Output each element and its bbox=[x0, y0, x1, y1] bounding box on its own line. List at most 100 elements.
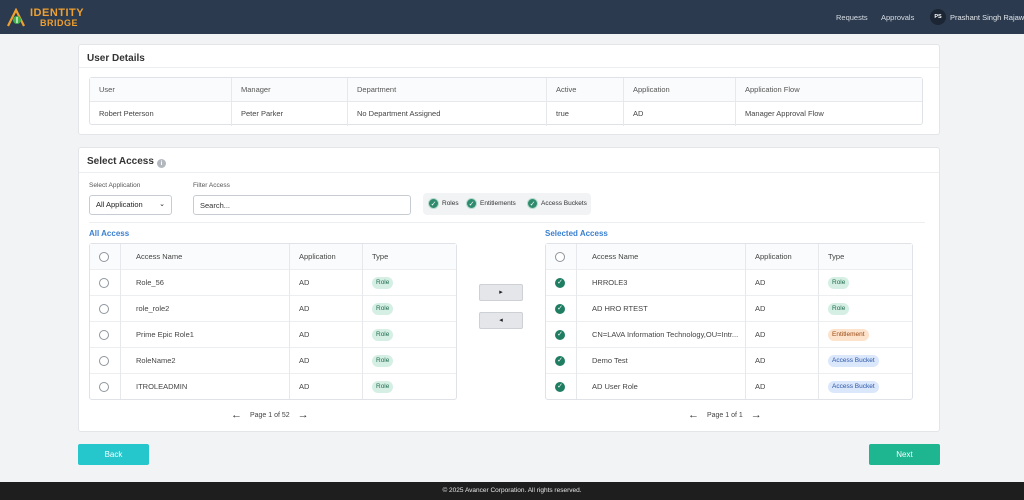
access-name: AD User Role bbox=[592, 382, 638, 391]
access-name: HRROLE3 bbox=[592, 278, 628, 287]
chevron-down-icon: ⌄ bbox=[159, 201, 165, 208]
table-row[interactable]: ITROLEADMIN AD Role bbox=[90, 374, 456, 400]
column-divider bbox=[576, 244, 577, 399]
divider bbox=[79, 67, 939, 68]
select-access-card: Select Access i Select Application All A… bbox=[78, 147, 940, 432]
table-row[interactable]: ✓ HRROLE3 AD Role bbox=[546, 270, 912, 296]
table-row[interactable]: ✓ CN=LAVA Information Technology,OU=Intr… bbox=[546, 322, 912, 348]
application: AD bbox=[299, 278, 310, 287]
check-circle-icon[interactable]: ✓ bbox=[555, 382, 565, 392]
application: AD bbox=[299, 304, 310, 313]
all-access-pagination: ← Page 1 of 52 → bbox=[231, 409, 309, 421]
avatar[interactable]: PS bbox=[930, 9, 946, 25]
access-name: Role_56 bbox=[136, 278, 164, 287]
top-navigation-bar: IDENTITY BRIDGE Requests Approvals PS Pr… bbox=[0, 0, 1024, 34]
filter-roles-toggle[interactable]: ✓ Roles bbox=[428, 198, 459, 210]
application: AD bbox=[755, 382, 766, 391]
column-divider bbox=[818, 244, 819, 399]
user-name[interactable]: Prashant Singh Rajawat bbox=[950, 13, 1024, 22]
table-header-row: User Manager Department Active Applicati… bbox=[90, 78, 922, 102]
row-select-radio[interactable] bbox=[99, 278, 109, 288]
nav-approvals-link[interactable]: Approvals bbox=[881, 13, 914, 22]
table-row: Robert Peterson Peter Parker No Departme… bbox=[90, 102, 922, 126]
all-access-table: Access Name Application Type Role_56 AD … bbox=[89, 243, 457, 400]
row-select-radio[interactable] bbox=[99, 356, 109, 366]
access-type-filter-group: ✓ Roles ✓ Entitlements ✓ Access Buckets bbox=[423, 193, 591, 215]
application-select-value: All Application bbox=[96, 200, 143, 209]
row-select-radio[interactable] bbox=[99, 382, 109, 392]
table-row[interactable]: ✓ AD User Role AD Access Bucket bbox=[546, 374, 912, 400]
column-header-application: Application bbox=[755, 252, 792, 261]
table-row[interactable]: ✓ AD HRO RTEST AD Role bbox=[546, 296, 912, 322]
check-circle-icon[interactable]: ✓ bbox=[555, 356, 565, 366]
access-name: CN=LAVA Information Technology,OU=Intr..… bbox=[592, 330, 739, 339]
cell-department: No Department Assigned bbox=[348, 102, 547, 126]
table-row[interactable]: Prime Epic Role1 AD Role bbox=[90, 322, 456, 348]
selected-access-table: Access Name Application Type ✓ HRROLE3 A… bbox=[545, 243, 913, 400]
access-name: AD HRO RTEST bbox=[592, 304, 648, 313]
nav-requests-link[interactable]: Requests bbox=[836, 13, 868, 22]
check-circle-icon[interactable]: ✓ bbox=[555, 304, 565, 314]
type-badge: Role bbox=[372, 381, 394, 393]
filter-entitlements-label: Entitlements bbox=[480, 200, 516, 208]
column-header-application-flow: Application Flow bbox=[745, 85, 800, 94]
check-circle-icon: ✓ bbox=[428, 198, 439, 209]
filter-entitlements-toggle[interactable]: ✓ Entitlements bbox=[466, 198, 516, 210]
check-circle-icon[interactable]: ✓ bbox=[555, 330, 565, 340]
column-header-user: User bbox=[90, 78, 232, 102]
column-header-active: Active bbox=[547, 78, 624, 102]
column-divider bbox=[289, 244, 290, 399]
application: AD bbox=[299, 356, 310, 365]
column-divider bbox=[120, 244, 121, 399]
application: AD bbox=[299, 382, 310, 391]
next-page-arrow-icon[interactable]: → bbox=[298, 409, 309, 421]
check-circle-icon[interactable]: ✓ bbox=[555, 278, 565, 288]
table-row[interactable]: role_role2 AD Role bbox=[90, 296, 456, 322]
row-select-radio[interactable] bbox=[99, 304, 109, 314]
row-select-radio[interactable] bbox=[99, 330, 109, 340]
table-row[interactable]: RoleName2 AD Role bbox=[90, 348, 456, 374]
check-circle-icon: ✓ bbox=[527, 198, 538, 209]
previous-page-arrow-icon[interactable]: ← bbox=[231, 409, 242, 421]
divider bbox=[89, 222, 925, 223]
application: AD bbox=[299, 330, 310, 339]
footer: © 2025 Avancer Corporation. All rights r… bbox=[0, 482, 1024, 500]
application: AD bbox=[755, 330, 766, 339]
select-all-radio[interactable] bbox=[99, 252, 109, 262]
cell-manager: Peter Parker bbox=[232, 102, 348, 126]
info-icon[interactable]: i bbox=[157, 159, 166, 168]
back-button[interactable]: Back bbox=[78, 444, 149, 465]
user-details-card: User Details User Manager Department Act… bbox=[78, 44, 940, 135]
select-all-radio[interactable] bbox=[555, 252, 565, 262]
type-badge: Entitlement bbox=[828, 329, 869, 341]
move-to-selected-button[interactable]: ▸ bbox=[479, 284, 523, 301]
page-indicator: Page 1 of 52 bbox=[249, 411, 290, 419]
select-access-title: Select Access bbox=[87, 156, 154, 167]
previous-page-arrow-icon[interactable]: ← bbox=[688, 409, 699, 421]
next-button[interactable]: Next bbox=[869, 444, 940, 465]
cell-application: AD bbox=[624, 102, 736, 126]
next-page-arrow-icon[interactable]: → bbox=[751, 409, 762, 421]
filter-access-buckets-toggle[interactable]: ✓ Access Buckets bbox=[527, 198, 587, 210]
identity-bridge-logo[interactable]: IDENTITY BRIDGE bbox=[6, 6, 96, 30]
selected-access-pagination: ← Page 1 of 1 → bbox=[688, 409, 762, 421]
check-circle-icon: ✓ bbox=[466, 198, 477, 209]
filter-access-search-input[interactable] bbox=[193, 195, 411, 215]
type-badge: Role bbox=[372, 303, 394, 315]
type-badge: Role bbox=[372, 277, 394, 289]
column-header-type: Type bbox=[372, 252, 389, 261]
column-header-access-name: Access Name bbox=[136, 252, 183, 261]
application: AD bbox=[755, 278, 766, 287]
access-name: role_role2 bbox=[136, 304, 170, 313]
move-to-all-button[interactable]: ◂ bbox=[479, 312, 523, 329]
type-badge: Access Bucket bbox=[828, 381, 879, 393]
user-details-table: User Manager Department Active Applicati… bbox=[89, 77, 923, 126]
application: AD bbox=[755, 304, 766, 313]
filter-access-buckets-label: Access Buckets bbox=[541, 200, 587, 208]
table-row[interactable]: Role_56 AD Role bbox=[90, 270, 456, 296]
cell-user: Robert Peterson bbox=[90, 102, 232, 126]
table-row[interactable]: ✓ Demo Test AD Access Bucket bbox=[546, 348, 912, 374]
access-name: RoleName2 bbox=[136, 356, 176, 365]
type-badge: Role bbox=[828, 303, 850, 315]
application-select[interactable]: All Application ⌄ bbox=[89, 195, 172, 215]
